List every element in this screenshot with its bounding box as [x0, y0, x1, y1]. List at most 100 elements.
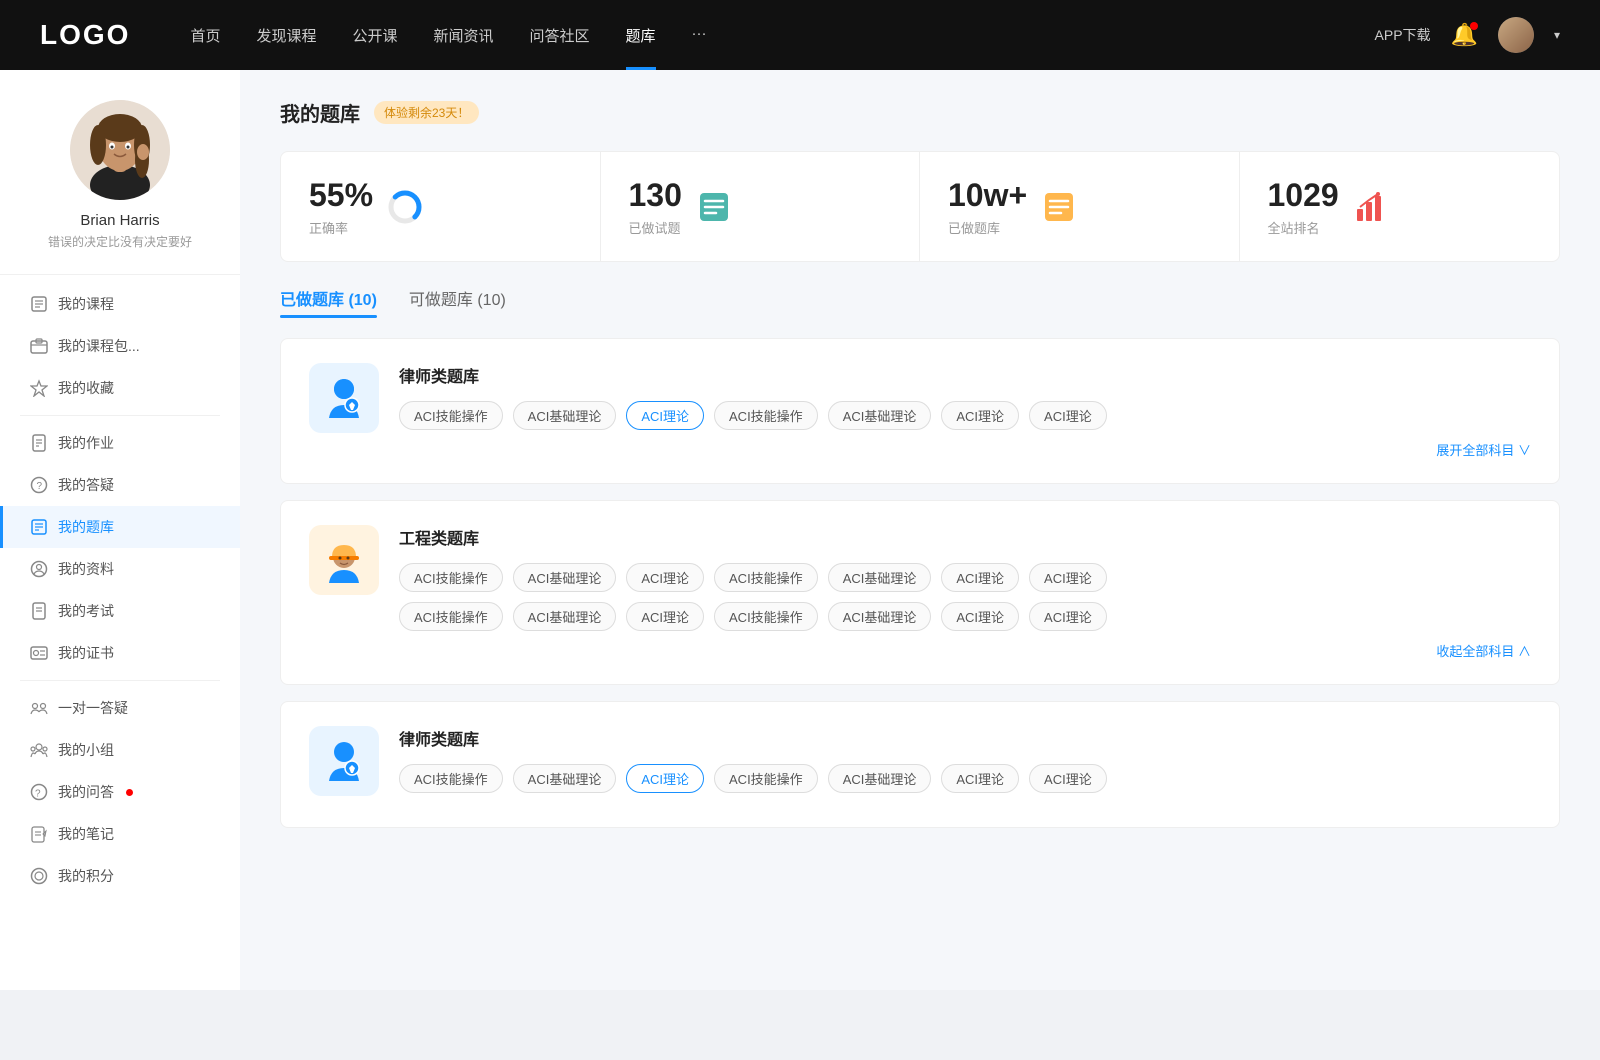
sidebar-item-points[interactable]: 我的积分: [0, 855, 240, 897]
qbank-tag[interactable]: ACI基础理论: [513, 401, 617, 430]
qbank-tag[interactable]: ACI基础理论: [828, 764, 932, 793]
qbank-tag[interactable]: ACI技能操作: [714, 563, 818, 592]
qbank-tag[interactable]: ACI理论: [1029, 401, 1107, 430]
chart-red-icon: [1353, 189, 1389, 225]
navbar-right: APP下载 🔔 ▾: [1375, 17, 1560, 53]
app-download-link[interactable]: APP下载: [1375, 25, 1431, 45]
avatar[interactable]: [1498, 17, 1534, 53]
exam-icon: [30, 602, 48, 620]
sidebar-label: 我的收藏: [58, 378, 114, 398]
qbank-tag[interactable]: ACI基础理论: [513, 602, 617, 631]
qbank-tag[interactable]: ACI理论: [941, 563, 1019, 592]
sidebar-item-exam[interactable]: 我的考试: [0, 590, 240, 632]
sidebar-label: 我的课程: [58, 294, 114, 314]
qbank-tag[interactable]: ACI基础理论: [513, 764, 617, 793]
qbank-tag[interactable]: ACI技能操作: [399, 563, 503, 592]
qbank-tag[interactable]: ACI基础理论: [828, 563, 932, 592]
nav-qbank[interactable]: 题库: [626, 25, 656, 46]
sidebar-label: 我的考试: [58, 601, 114, 621]
one2one-icon: [30, 699, 48, 717]
page-title: 我的题库: [280, 98, 360, 127]
stat-done-questions-label: 已做试题: [629, 218, 682, 237]
qbank-card-0-name: 律师类题库: [399, 363, 1531, 387]
sidebar-item-group[interactable]: 我的小组: [0, 729, 240, 771]
course-icon: [30, 295, 48, 313]
homework-icon: [30, 434, 48, 452]
note-icon: [30, 825, 48, 843]
sidebar-label: 我的资料: [58, 559, 114, 579]
qbank-tag[interactable]: ACI理论: [626, 602, 704, 631]
stat-done-banks-label: 已做题库: [948, 218, 1027, 237]
nav-open[interactable]: 公开课: [352, 25, 397, 46]
qbank-lawyer-icon-2: [309, 726, 379, 796]
qbank-tag[interactable]: ACI理论: [626, 563, 704, 592]
sidebar-item-qa[interactable]: ? 我的答疑: [0, 464, 240, 506]
qbank-card-0-expand[interactable]: 展开全部科目 ∨: [399, 440, 1531, 459]
qbank-tag[interactable]: ACI理论: [941, 401, 1019, 430]
stat-done-banks: 10w+ 已做题库: [920, 152, 1240, 261]
qbank-tag[interactable]: ACI技能操作: [399, 602, 503, 631]
sidebar-item-notes[interactable]: 我的笔记: [0, 813, 240, 855]
qbank-tag[interactable]: ACI技能操作: [714, 401, 818, 430]
qbank-card-2-content: 律师类题库 ACI技能操作 ACI基础理论 ACI理论 ACI技能操作 ACI基…: [399, 726, 1531, 803]
qbank-card-1-name: 工程类题库: [399, 525, 1531, 549]
avatar-chevron-icon[interactable]: ▾: [1554, 28, 1560, 42]
profile-name: Brian Harris: [80, 212, 159, 229]
nav-more[interactable]: ···: [692, 25, 707, 46]
trial-badge: 体验剩余23天！: [374, 101, 479, 124]
sidebar-item-cert[interactable]: 我的证书: [0, 632, 240, 674]
tab-done[interactable]: 已做题库 (10): [280, 286, 377, 318]
nav-news[interactable]: 新闻资讯: [434, 25, 494, 46]
nav-home[interactable]: 首页: [190, 25, 220, 46]
qbank-tag[interactable]: ACI理论: [1029, 602, 1107, 631]
sidebar-item-homework[interactable]: 我的作业: [0, 422, 240, 464]
sidebar-item-one2one[interactable]: 一对一答疑: [0, 687, 240, 729]
stat-accuracy-label: 正确率: [309, 218, 373, 237]
qbank-tag[interactable]: ACI基础理论: [828, 602, 932, 631]
qbank-tag[interactable]: ACI技能操作: [399, 764, 503, 793]
nav-qa[interactable]: 问答社区: [530, 25, 590, 46]
qbank-engineer-icon: [309, 525, 379, 595]
qbank-icon: [30, 518, 48, 536]
qbank-card-0-header: 律师类题库 ACI技能操作 ACI基础理论 ACI理论 ACI技能操作 ACI基…: [309, 363, 1531, 459]
qbank-tag-active[interactable]: ACI理论: [626, 764, 704, 793]
sidebar-item-qa2[interactable]: ? 我的问答: [0, 771, 240, 813]
qbank-tag[interactable]: ACI理论: [1029, 764, 1107, 793]
sidebar-label: 我的问答: [58, 782, 114, 802]
svg-text:?: ?: [35, 789, 41, 800]
sidebar-item-qbank[interactable]: 我的题库: [0, 506, 240, 548]
notification-bell[interactable]: 🔔: [1451, 22, 1478, 48]
qbank-tag[interactable]: ACI技能操作: [714, 764, 818, 793]
sidebar-item-package[interactable]: 我的课程包...: [0, 325, 240, 367]
qbank-tag[interactable]: ACI技能操作: [399, 401, 503, 430]
qa-icon: ?: [30, 783, 48, 801]
qbank-card-1-header: 工程类题库 ACI技能操作 ACI基础理论 ACI理论 ACI技能操作 ACI基…: [309, 525, 1531, 660]
sidebar-label: 我的作业: [58, 433, 114, 453]
qbank-card-2-tags: ACI技能操作 ACI基础理论 ACI理论 ACI技能操作 ACI基础理论 AC…: [399, 764, 1531, 793]
stat-rank-value: 1029: [1268, 176, 1339, 214]
stat-rank-text: 1029 全站排名: [1268, 176, 1339, 237]
sidebar-item-course[interactable]: 我的课程: [0, 283, 240, 325]
profile-motto: 错误的决定比没有决定要好: [48, 233, 192, 250]
qbank-tag[interactable]: ACI技能操作: [714, 602, 818, 631]
qbank-tag-active[interactable]: ACI理论: [626, 401, 704, 430]
sidebar: Brian Harris 错误的决定比没有决定要好 我的课程: [0, 70, 240, 990]
qbank-tag[interactable]: ACI基础理论: [513, 563, 617, 592]
qbank-tag[interactable]: ACI理论: [941, 602, 1019, 631]
package-icon: [30, 337, 48, 355]
qbank-tag[interactable]: ACI基础理论: [828, 401, 932, 430]
sidebar-item-files[interactable]: 我的资料: [0, 548, 240, 590]
tab-available[interactable]: 可做题库 (10): [409, 286, 506, 318]
logo: LOGO: [40, 19, 130, 51]
nav-courses[interactable]: 发现课程: [256, 25, 316, 46]
unread-dot: [126, 789, 133, 796]
qbank-tag[interactable]: ACI理论: [1029, 563, 1107, 592]
stat-rank-label: 全站排名: [1268, 218, 1339, 237]
sidebar-item-favorites[interactable]: 我的收藏: [0, 367, 240, 409]
qbank-card-0: 律师类题库 ACI技能操作 ACI基础理论 ACI理论 ACI技能操作 ACI基…: [280, 338, 1560, 484]
qbank-tag[interactable]: ACI理论: [941, 764, 1019, 793]
qbank-card-2-header: 律师类题库 ACI技能操作 ACI基础理论 ACI理论 ACI技能操作 ACI基…: [309, 726, 1531, 803]
stat-done-questions-value: 130: [629, 176, 682, 214]
qbank-card-1-expand[interactable]: 收起全部科目 ∧: [399, 641, 1531, 660]
sidebar-profile: Brian Harris 错误的决定比没有决定要好: [0, 100, 240, 275]
